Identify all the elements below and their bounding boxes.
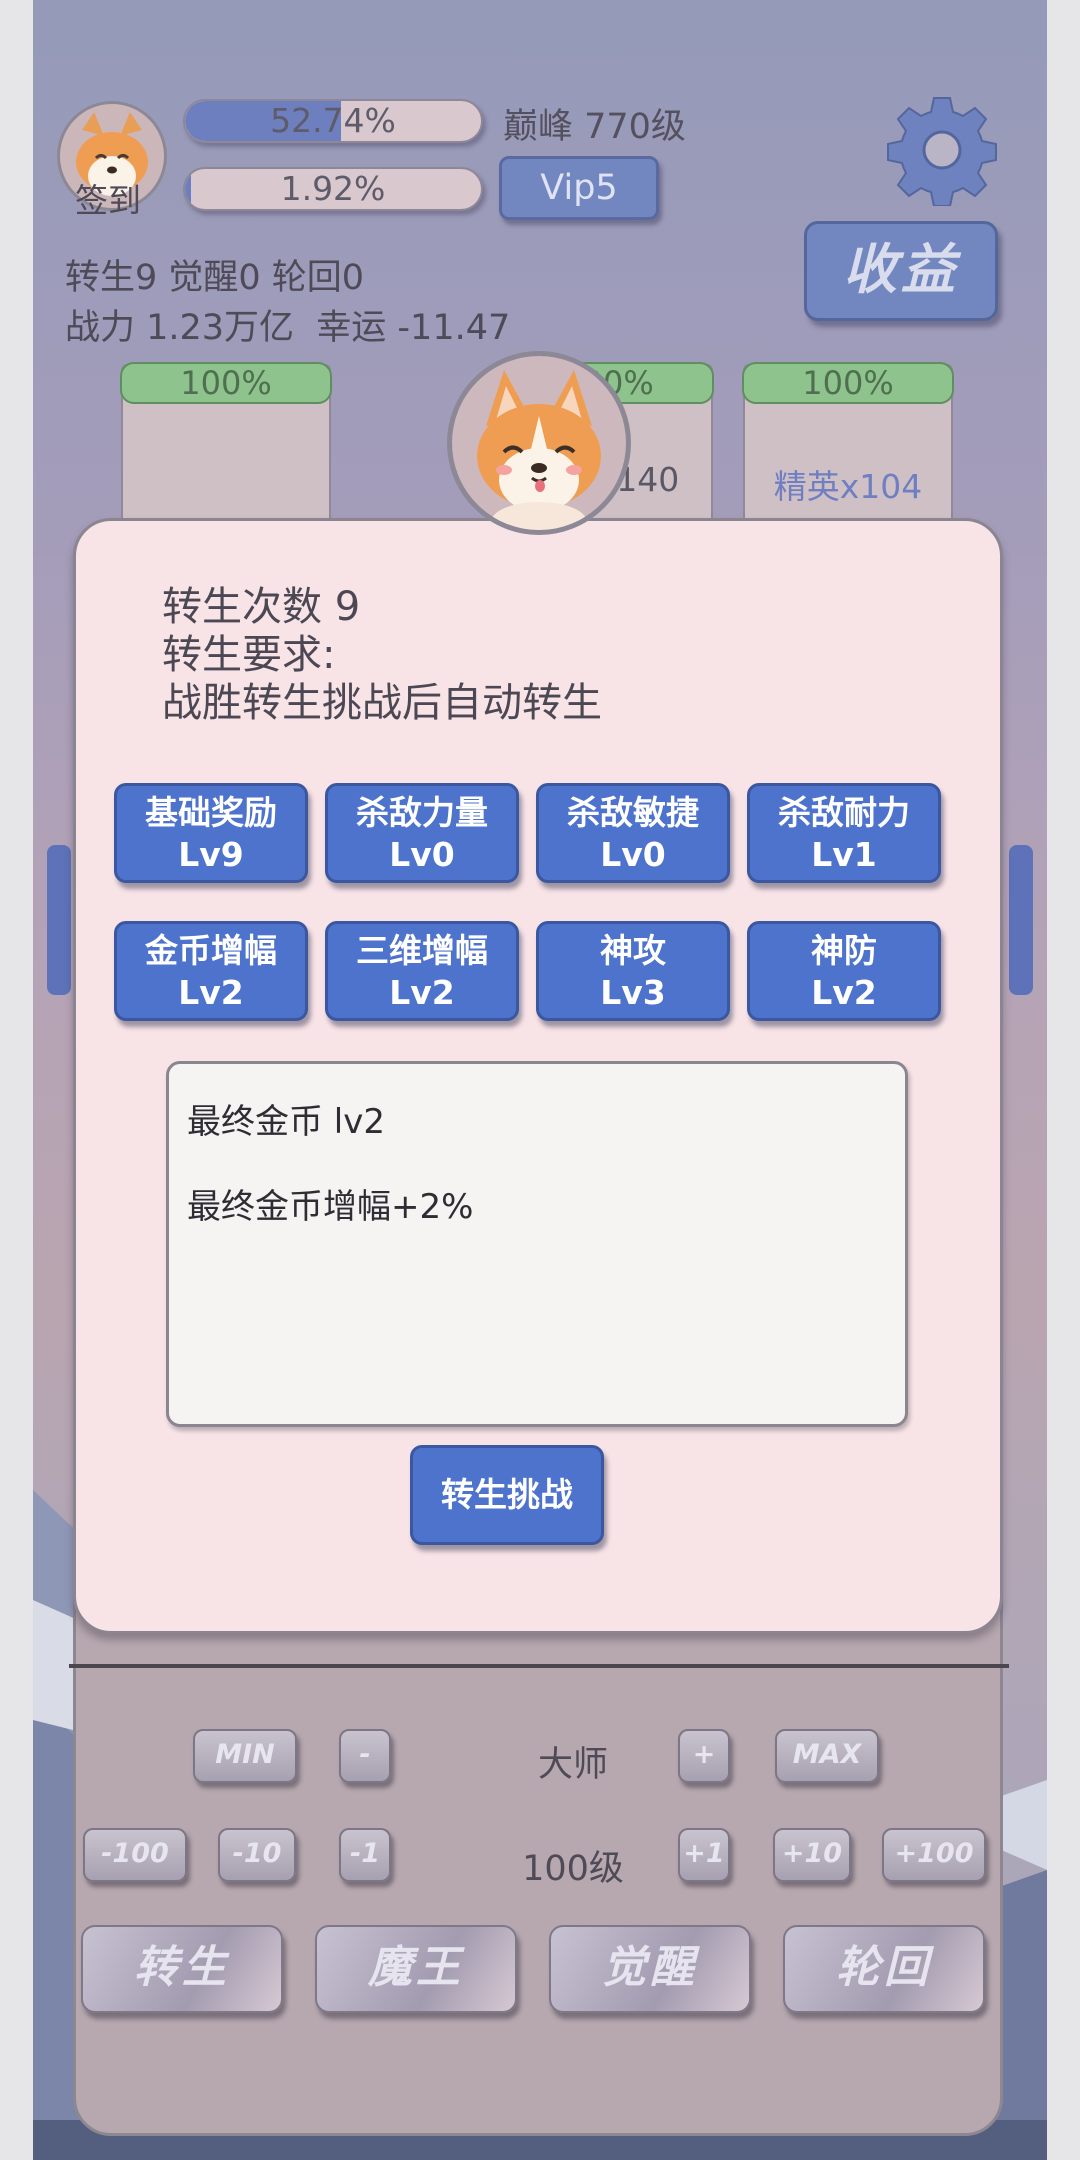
tab-rebirth[interactable]: 转生 [81, 1925, 283, 2013]
level-label: 100级 [522, 1849, 624, 1889]
skill-level: Lv1 [811, 835, 877, 874]
skill-name: 神防 [811, 931, 877, 970]
tab-awaken[interactable]: 觉醒 [549, 1925, 751, 2013]
skill-level: Lv2 [811, 973, 877, 1012]
exp-progress-text: 52.74% [270, 101, 396, 140]
description-title: 最终金币 lv2 [187, 1102, 386, 1142]
rebirth-modal: 转生次数 9 转生要求: 战胜转生挑战后自动转生 基础奖励 Lv9 杀敌力量 L… [73, 518, 1003, 1634]
level-plus100-button[interactable]: +100 [882, 1828, 986, 1882]
game-screen: 签到 52.74% 巅峰 770级 1.92% Vip5 收益 转生9 觉醒0 … [33, 0, 1047, 2160]
skill-button-kill-agility[interactable]: 杀敌敏捷 Lv0 [536, 783, 730, 883]
min-button[interactable]: MIN [193, 1729, 297, 1783]
skill-button-basic-reward[interactable]: 基础奖励 Lv9 [114, 783, 308, 883]
tab-demon-king[interactable]: 魔王 [315, 1925, 517, 2013]
skill-button-gold-boost[interactable]: 金币增幅 Lv2 [114, 921, 308, 1021]
skill-button-stats-boost[interactable]: 三维增幅 Lv2 [325, 921, 519, 1021]
level-minus1-button[interactable]: -1 [339, 1828, 391, 1882]
skill-level: Lv3 [600, 973, 666, 1012]
level-plus1-button[interactable]: +1 [678, 1828, 730, 1882]
rebirth-status-line: 转生9 觉醒0 轮回0 [65, 258, 365, 298]
secondary-progress-text: 1.92% [280, 169, 386, 208]
description-effect: 最终金币增幅+2% [187, 1187, 474, 1227]
skill-name: 神攻 [600, 931, 666, 970]
skill-button-divine-defense[interactable]: 神防 Lv2 [747, 921, 941, 1021]
max-button[interactable]: MAX [775, 1729, 879, 1783]
difficulty-plus-button[interactable]: + [678, 1729, 730, 1783]
skill-level: Lv9 [178, 835, 244, 874]
skill-description-box: 最终金币 lv2 最终金币增幅+2% [166, 1061, 908, 1427]
requirement-title: 转生要求: [162, 632, 336, 678]
skill-name: 金币增幅 [145, 931, 277, 970]
rebirth-count: 转生次数 9 [162, 584, 361, 630]
peak-level: 巅峰 770级 [503, 107, 686, 147]
left-edge-button[interactable] [47, 845, 71, 995]
vip-button[interactable]: Vip5 [499, 156, 659, 220]
secondary-progress-bar: 1.92% [183, 167, 483, 211]
right-edge-button[interactable] [1009, 845, 1033, 995]
level-minus100-button[interactable]: -100 [83, 1828, 187, 1882]
skill-name: 三维增幅 [356, 931, 488, 970]
corgi-mascot [447, 351, 631, 535]
difficulty-label: 大师 [537, 1745, 608, 1785]
stage-card-progress: 100% [120, 362, 332, 404]
power-luck-line: 战力 1.23万亿 幸运 -11.47 [65, 308, 511, 348]
skill-level: Lv0 [600, 835, 666, 874]
stage-card-progress: 100% [742, 362, 954, 404]
skill-name: 基础奖励 [145, 793, 277, 832]
skill-level: Lv0 [389, 835, 455, 874]
level-plus10-button[interactable]: +10 [773, 1828, 851, 1882]
skill-button-divine-attack[interactable]: 神攻 Lv3 [536, 921, 730, 1021]
skill-level: Lv2 [178, 973, 244, 1012]
panel-divider [69, 1664, 1009, 1668]
gear-icon[interactable] [886, 94, 998, 206]
corgi-mascot-icon [477, 370, 601, 530]
rebirth-challenge-button[interactable]: 转生挑战 [410, 1445, 604, 1545]
difficulty-minus-button[interactable]: - [339, 1729, 391, 1783]
skill-level: Lv2 [389, 973, 455, 1012]
skill-name: 杀敌耐力 [778, 793, 910, 832]
income-button[interactable]: 收益 [804, 221, 998, 321]
stage-card-label: 精英x104 [773, 467, 923, 506]
skill-name: 杀敌力量 [356, 793, 488, 832]
exp-progress-bar: 52.74% [183, 99, 483, 143]
signin-label[interactable]: 签到 [75, 174, 141, 222]
tab-reincarnation[interactable]: 轮回 [783, 1925, 985, 2013]
rebirth-info: 转生次数 9 转生要求: 战胜转生挑战后自动转生 [162, 583, 602, 727]
skill-button-kill-stamina[interactable]: 杀敌耐力 Lv1 [747, 783, 941, 883]
requirement-text: 战胜转生挑战后自动转生 [162, 680, 602, 726]
level-minus10-button[interactable]: -10 [218, 1828, 296, 1882]
skill-button-kill-strength[interactable]: 杀敌力量 Lv0 [325, 783, 519, 883]
skill-name: 杀敌敏捷 [567, 793, 699, 832]
